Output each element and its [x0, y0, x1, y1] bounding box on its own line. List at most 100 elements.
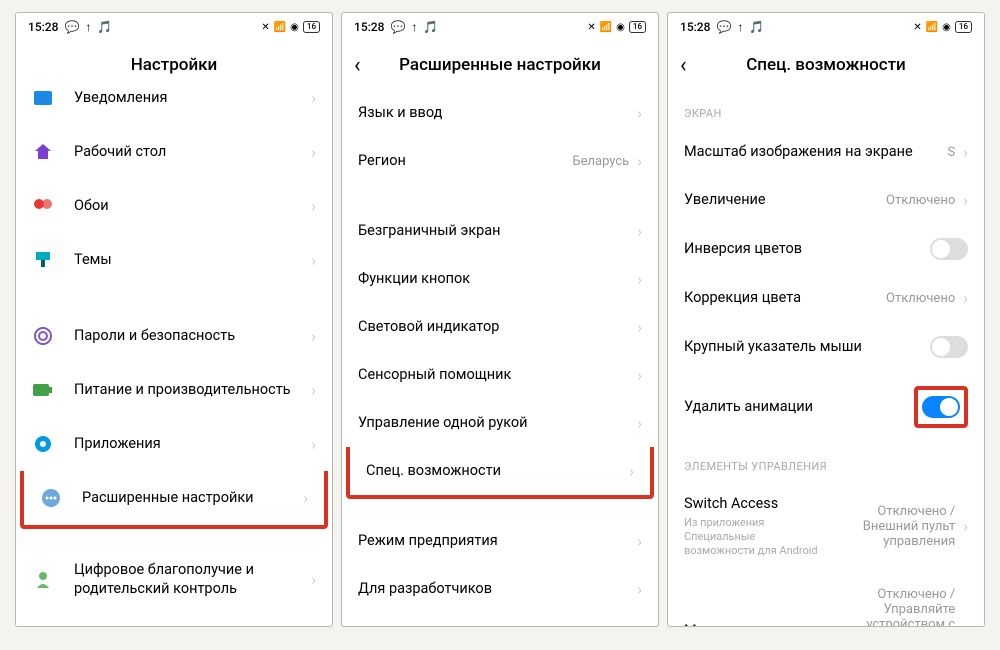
phone-screen-accessibility: 15:28 💬 ↑ 🎵 ✕ 📶 ◉ 16 ‹ Спец. возможности… — [667, 12, 985, 627]
upload-icon: ↑ — [85, 20, 91, 34]
row-color-inversion[interactable]: Инверсия цветов — [668, 224, 984, 274]
back-button[interactable]: ‹ — [680, 53, 687, 78]
phone-screen-settings: 15:28 💬 ↑ 🎵 ✕ 📶 ◉ 16 Настройки Уведомлен… — [15, 12, 333, 627]
page-title: Расширенные настройки — [399, 55, 601, 75]
upload-icon: ↑ — [411, 20, 417, 34]
row-language[interactable]: Язык и ввод › — [342, 89, 658, 137]
chevron-right-icon: › — [629, 462, 634, 481]
flower-icon — [30, 193, 56, 219]
chevron-right-icon: › — [311, 327, 316, 346]
status-bar: 15:28 💬 ↑ 🎵 ✕ 📶 ◉ 16 — [342, 13, 658, 41]
phone-screen-advanced: 15:28 💬 ↑ 🎵 ✕ 📶 ◉ 16 ‹ Расширенные настр… — [341, 12, 659, 627]
chevron-right-icon: › — [311, 89, 316, 108]
row-developer[interactable]: Для разработчиков › — [342, 565, 658, 613]
chat-icon: 💬 — [390, 20, 405, 34]
row-notifications[interactable]: Уведомления › — [16, 89, 332, 125]
row-one-hand[interactable]: Управление одной рукой › — [342, 399, 658, 447]
row-region[interactable]: Регион Беларусь › — [342, 137, 658, 185]
chat-icon: 💬 — [716, 20, 731, 34]
dots-icon — [38, 485, 64, 511]
row-fullscreen[interactable]: Безграничный экран › — [342, 207, 658, 255]
note-icon: 🎵 — [423, 20, 438, 34]
chevron-right-icon: › — [311, 251, 316, 270]
row-led[interactable]: Световой индикатор › — [342, 303, 658, 351]
toggle-large-cursor[interactable] — [930, 336, 968, 358]
row-power[interactable]: Питание и производительность › — [16, 363, 332, 417]
row-wellbeing[interactable]: Цифровое благополучие и родительский кон… — [16, 547, 332, 613]
row-magnification[interactable]: Увеличение Отключено › — [668, 176, 984, 224]
row-remove-animations[interactable]: Удалить анимации — [668, 372, 984, 442]
row-passwords[interactable]: Пароли и безопасность › — [16, 309, 332, 363]
page-title: Спец. возможности — [746, 55, 906, 75]
chevron-right-icon: › — [963, 289, 968, 308]
header: ‹ Расширенные настройки — [342, 41, 658, 89]
row-buttons[interactable]: Функции кнопок › — [342, 255, 658, 303]
row-accessibility-menu[interactable]: Меню специальных во… Отключено / Управля… — [668, 573, 984, 626]
gear-icon — [30, 431, 56, 457]
row-display-scale[interactable]: Масштаб изображения на экране S › — [668, 128, 984, 176]
toggle-remove-animations[interactable] — [922, 396, 960, 418]
signal-icon: 📶 — [926, 22, 938, 33]
toggle-color-inversion[interactable] — [930, 238, 968, 260]
fingerprint-icon — [30, 323, 56, 349]
battery-icon: 16 — [955, 21, 972, 33]
battery-icon: 16 — [629, 21, 646, 33]
note-icon: 🎵 — [97, 20, 112, 34]
status-time: 15:28 — [354, 20, 384, 34]
chevron-right-icon: › — [311, 435, 316, 454]
row-advanced[interactable]: Расширенные настройки › — [24, 471, 324, 525]
status-bar: 15:28 💬 ↑ 🎵 ✕ 📶 ◉ 16 — [16, 13, 332, 41]
wellbeing-icon — [30, 567, 56, 593]
row-themes[interactable]: Темы › — [16, 233, 332, 287]
upload-icon: ↑ — [737, 20, 743, 34]
home-icon — [30, 139, 56, 165]
chevron-right-icon: › — [637, 580, 642, 599]
status-bar: 15:28 💬 ↑ 🎵 ✕ 📶 ◉ 16 — [668, 13, 984, 41]
row-special[interactable]: Особые возможности › — [16, 613, 332, 626]
signal-icon: 📶 — [600, 22, 612, 33]
chevron-right-icon: › — [311, 143, 316, 162]
page-title: Настройки — [131, 55, 218, 75]
chevron-right-icon: › — [311, 197, 316, 216]
row-touch-assistant[interactable]: Сенсорный помощник › — [342, 351, 658, 399]
chevron-right-icon: › — [963, 517, 968, 536]
chevron-right-icon: › — [637, 104, 642, 123]
dnd-icon: ✕ — [913, 22, 921, 33]
wifi-icon: ◉ — [942, 22, 951, 33]
wifi-icon: ◉ — [616, 22, 625, 33]
chevron-right-icon: › — [963, 143, 968, 162]
row-accessibility[interactable]: Спец. возможности › — [350, 447, 650, 495]
notifications-icon — [30, 89, 56, 111]
row-desktop[interactable]: Рабочий стол › — [16, 125, 332, 179]
row-switch-access[interactable]: Switch Access Из приложения Специальные … — [668, 481, 984, 573]
status-time: 15:28 — [28, 20, 58, 34]
row-large-cursor[interactable]: Крупный указатель мыши — [668, 322, 984, 372]
section-controls: ЭЛЕМЕНТЫ УПРАВЛЕНИЯ — [668, 442, 984, 481]
chat-icon: 💬 — [64, 20, 79, 34]
chevron-right-icon: › — [637, 270, 642, 289]
dnd-icon: ✕ — [261, 22, 269, 33]
chevron-right-icon: › — [637, 318, 642, 337]
status-time: 15:28 — [680, 20, 710, 34]
row-enterprise[interactable]: Режим предприятия › — [342, 517, 658, 565]
chevron-right-icon: › — [311, 570, 316, 589]
chevron-right-icon: › — [311, 381, 316, 400]
battery-icon: 16 — [303, 21, 320, 33]
chevron-right-icon: › — [963, 191, 968, 210]
highlight-box — [914, 386, 968, 428]
back-button[interactable]: ‹ — [354, 53, 361, 78]
chevron-right-icon: › — [637, 366, 642, 385]
chevron-right-icon: › — [637, 532, 642, 551]
signal-icon: 📶 — [274, 22, 286, 33]
dnd-icon: ✕ — [587, 22, 595, 33]
row-apps[interactable]: Приложения › — [16, 417, 332, 471]
chevron-right-icon: › — [637, 222, 642, 241]
note-icon: 🎵 — [749, 20, 764, 34]
brush-icon — [30, 247, 56, 273]
chevron-right-icon: › — [637, 414, 642, 433]
chevron-right-icon: › — [963, 622, 968, 626]
wifi-icon: ◉ — [290, 22, 299, 33]
row-wallpaper[interactable]: Обои › — [16, 179, 332, 233]
row-color-correction[interactable]: Коррекция цвета Отключено › — [668, 274, 984, 322]
section-screen: ЭКРАН — [668, 89, 984, 128]
